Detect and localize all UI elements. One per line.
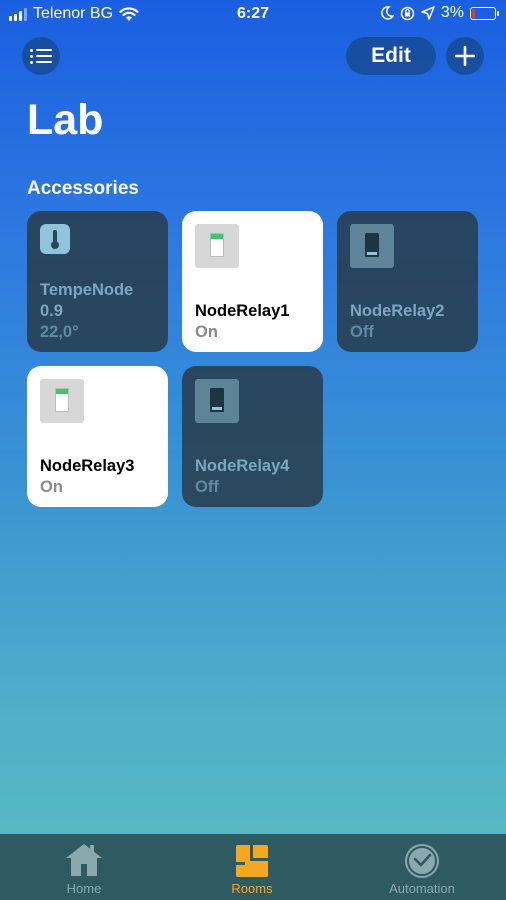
list-icon <box>30 48 52 64</box>
switch-icon <box>195 224 239 268</box>
tab-bar: Home Rooms Automation <box>0 834 506 900</box>
tab-home[interactable]: Home <box>0 834 168 900</box>
accessory-status: Off <box>195 478 219 496</box>
accessory-tile-tempenode[interactable]: TempeNode 0.9 22,0° <box>27 211 168 352</box>
tab-automation[interactable]: Automation <box>338 834 506 900</box>
section-title: Accessories <box>27 178 139 199</box>
battery-percent: 3% <box>440 4 464 21</box>
orientation-lock-icon <box>400 6 415 20</box>
location-icon <box>421 6 435 20</box>
battery-icon <box>470 6 499 20</box>
status-right: 3% <box>380 4 499 22</box>
carrier-name: Telenor BG <box>33 5 114 22</box>
accessory-tile-noderelay1[interactable]: NodeRelay1 On <box>182 211 323 352</box>
tab-label: Automation <box>389 881 455 896</box>
accessory-tile-noderelay4[interactable]: NodeRelay4 Off <box>182 366 323 507</box>
accessory-status: Off <box>350 323 374 341</box>
thermometer-icon <box>40 224 70 254</box>
battery-level <box>472 8 475 18</box>
switch-icon <box>195 379 239 423</box>
accessory-tile-noderelay3[interactable]: NodeRelay3 On <box>27 366 168 507</box>
wifi-icon <box>119 6 139 21</box>
cellular-signal-icon <box>9 7 27 21</box>
accessory-name: NodeRelay1 <box>195 302 290 320</box>
tab-label: Rooms <box>231 881 273 896</box>
accessory-name-line2: 0.9 <box>40 302 63 320</box>
moon-icon <box>381 6 394 20</box>
switch-icon <box>350 224 394 268</box>
accessory-name: NodeRelay4 <box>195 457 290 475</box>
accessory-status: On <box>40 478 63 496</box>
switch-icon <box>40 379 84 423</box>
rooms-icon <box>236 845 268 877</box>
accessory-name: NodeRelay3 <box>40 457 135 475</box>
plus-icon <box>455 46 475 66</box>
menu-button[interactable] <box>22 37 60 75</box>
clock-icon <box>405 844 439 878</box>
status-left: Telenor BG <box>9 5 139 23</box>
accessory-status: On <box>195 323 218 341</box>
accessory-tile-noderelay2[interactable]: NodeRelay2 Off <box>337 211 478 352</box>
tab-label: Home <box>66 881 102 896</box>
page-title: Lab <box>27 96 104 144</box>
edit-button[interactable]: Edit <box>346 37 436 75</box>
status-bar: Telenor BG 6:27 3% <box>0 0 506 30</box>
add-button[interactable] <box>446 37 484 75</box>
tab-rooms[interactable]: Rooms <box>168 834 336 900</box>
home-icon <box>66 844 102 876</box>
accessory-name: NodeRelay2 <box>350 302 445 320</box>
accessory-name: TempeNode <box>40 281 134 299</box>
accessory-status: 22,0° <box>40 323 79 341</box>
